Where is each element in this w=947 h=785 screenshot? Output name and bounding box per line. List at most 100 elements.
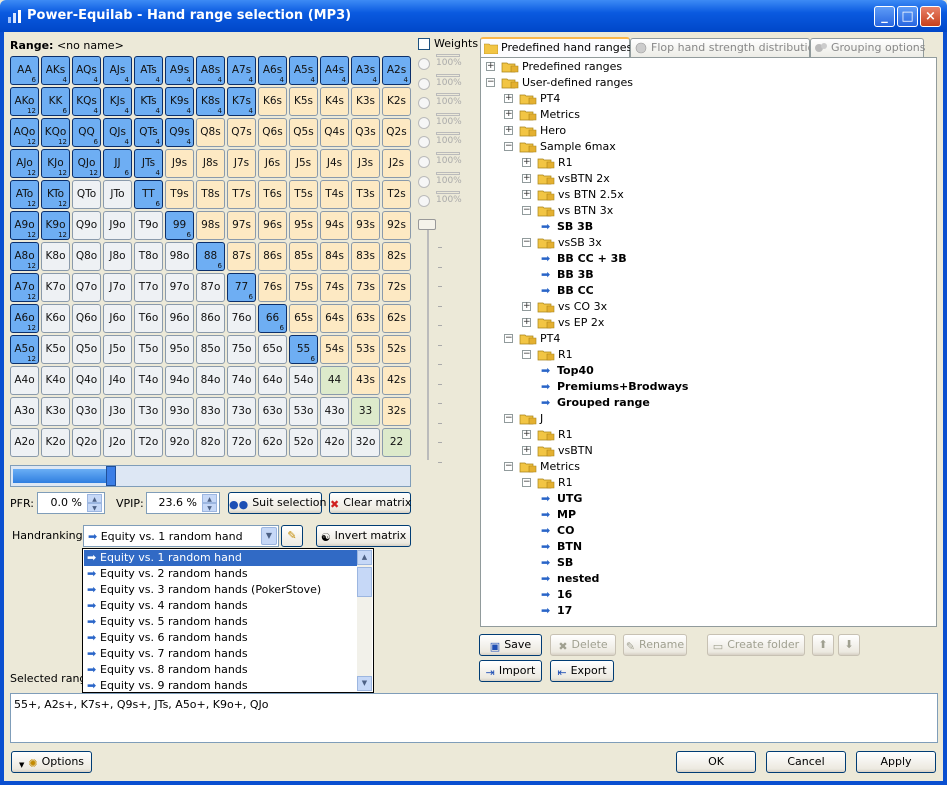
hand-cell[interactable]: 42o — [320, 428, 349, 457]
hand-cell[interactable]: QTo — [72, 180, 101, 209]
weight-radio[interactable] — [418, 58, 430, 70]
hand-cell[interactable]: T8s — [196, 180, 225, 209]
hand-cell[interactable]: 54s — [320, 335, 349, 364]
tree-folder-node[interactable]: + Metrics — [481, 107, 936, 123]
collapse-icon[interactable]: − — [486, 78, 495, 87]
hand-cell[interactable]: T9s — [165, 180, 194, 209]
hand-cell[interactable]: Q7s — [227, 118, 256, 147]
tab-predefined-hand-ranges[interactable]: Predefined hand ranges — [480, 37, 632, 59]
handranking-option[interactable]: ➡ Equity vs. 1 random hand — [84, 550, 358, 566]
hand-cell[interactable]: Q7o — [72, 273, 101, 302]
hand-cell[interactable]: TT 6 — [134, 180, 163, 209]
tree-range-node[interactable]: ➡ CO — [481, 523, 936, 539]
tree-folder-node[interactable]: + Hero — [481, 123, 936, 139]
hand-cell[interactable]: ATs 4 — [134, 56, 163, 85]
hand-cell[interactable]: 96s — [258, 211, 287, 240]
hand-cell[interactable]: K2o — [41, 428, 70, 457]
hand-cell[interactable]: J5s — [289, 149, 318, 178]
hand-cell[interactable]: 87o — [196, 273, 225, 302]
hand-cell[interactable]: K2s — [382, 87, 411, 116]
hand-cell[interactable]: T4o — [134, 366, 163, 395]
hand-cell[interactable]: 43o — [320, 397, 349, 426]
hand-cell[interactable]: K3s — [351, 87, 380, 116]
hand-cell[interactable]: KQs 4 — [72, 87, 101, 116]
expand-icon[interactable]: + — [522, 430, 531, 439]
hand-cell[interactable]: 54o — [289, 366, 318, 395]
pfr-spinner[interactable]: 0.0 % ▲ ▼ — [37, 492, 105, 514]
hand-cell[interactable]: KK 6 — [41, 87, 70, 116]
tree-range-node[interactable]: ➡ BB 3B — [481, 267, 936, 283]
import-button[interactable]: ⇥ Import — [479, 660, 542, 682]
hand-cell[interactable]: A9o 12 — [10, 211, 39, 240]
hand-cell[interactable]: K6s — [258, 87, 287, 116]
dropdown-scrollbar[interactable]: ▲ ▼ — [357, 550, 372, 691]
tree-folder-node[interactable]: − vsSB 3x — [481, 235, 936, 251]
handranking-option[interactable]: ➡ Equity vs. 2 random hands — [84, 566, 358, 582]
hand-cell[interactable]: QTs 4 — [134, 118, 163, 147]
range-slider[interactable] — [10, 465, 411, 487]
hand-cell[interactable]: A3o — [10, 397, 39, 426]
hand-cell[interactable]: 43s — [351, 366, 380, 395]
hand-cell[interactable]: 74s — [320, 273, 349, 302]
hand-cell[interactable]: 98s — [196, 211, 225, 240]
tab-flop-hand-strength-distribution[interactable]: Flop hand strength distribution — [630, 38, 821, 58]
hand-cell[interactable]: KJo 12 — [41, 149, 70, 178]
close-button[interactable]: × — [920, 6, 941, 27]
hand-cell[interactable]: 65o — [258, 335, 287, 364]
hand-cell[interactable]: Q6o — [72, 304, 101, 333]
tree-range-node[interactable]: ➡ UTG — [481, 491, 936, 507]
handranking-option[interactable]: ➡ Equity vs. 8 random hands — [84, 662, 358, 678]
hand-cell[interactable]: AQs 4 — [72, 56, 101, 85]
selected-range-textbox[interactable]: 55+, A2s+, K7s+, Q9s+, JTs, A5o+, K9o+, … — [10, 693, 938, 743]
hand-cell[interactable]: T2o — [134, 428, 163, 457]
hand-cell[interactable]: A8o 12 — [10, 242, 39, 271]
hand-cell[interactable]: J9o — [103, 211, 132, 240]
collapse-icon[interactable]: − — [504, 142, 513, 151]
hand-cell[interactable]: 86o — [196, 304, 225, 333]
hand-cell[interactable]: J6s — [258, 149, 287, 178]
expand-icon[interactable]: + — [504, 94, 513, 103]
hand-cell[interactable]: J3o — [103, 397, 132, 426]
hand-cell[interactable]: J8o — [103, 242, 132, 271]
expand-icon[interactable]: + — [522, 318, 531, 327]
hand-cell[interactable]: 63s — [351, 304, 380, 333]
scroll-up-icon[interactable]: ▲ — [357, 550, 372, 565]
hand-cell[interactable]: 85o — [196, 335, 225, 364]
tree-range-node[interactable]: ➡ 16 — [481, 587, 936, 603]
hand-cell[interactable]: Q9s 4 — [165, 118, 194, 147]
create-folder-button[interactable]: ▭ Create folder — [707, 634, 805, 656]
hand-cell[interactable]: QJs 4 — [103, 118, 132, 147]
hand-cell[interactable]: 22 — [382, 428, 411, 457]
hand-cell[interactable]: JTo — [103, 180, 132, 209]
export-button[interactable]: ⇤ Export — [550, 660, 614, 682]
tree-folder-node[interactable]: + Predefined ranges — [481, 59, 936, 75]
hand-cell[interactable]: 64s — [320, 304, 349, 333]
hand-cell[interactable]: AJs 4 — [103, 56, 132, 85]
expand-icon[interactable]: + — [504, 126, 513, 135]
chevron-down-icon[interactable]: ▼ — [261, 527, 277, 545]
maximize-button[interactable]: □ — [897, 6, 918, 27]
hand-cell[interactable]: KJs 4 — [103, 87, 132, 116]
hand-cell[interactable]: JJ 6 — [103, 149, 132, 178]
hand-cell[interactable]: T3o — [134, 397, 163, 426]
expand-icon[interactable]: + — [522, 158, 531, 167]
tree-folder-node[interactable]: + vsBTN 2x — [481, 171, 936, 187]
expand-icon[interactable]: + — [522, 174, 531, 183]
hand-cell[interactable]: 99 6 — [165, 211, 194, 240]
hand-cell[interactable]: A4o — [10, 366, 39, 395]
hand-cell[interactable]: 63o — [258, 397, 287, 426]
edit-pencil-button[interactable]: ✎ — [281, 525, 303, 547]
handranking-option[interactable]: ➡ Equity vs. 3 random hands (PokerStove) — [84, 582, 358, 598]
collapse-icon[interactable]: − — [504, 334, 513, 343]
hand-cell[interactable]: K4s — [320, 87, 349, 116]
hand-cell[interactable]: AJo 12 — [10, 149, 39, 178]
hand-cell[interactable]: Q4s — [320, 118, 349, 147]
expand-icon[interactable]: + — [486, 62, 495, 71]
scroll-thumb[interactable] — [357, 567, 372, 597]
hand-cell[interactable]: Q4o — [72, 366, 101, 395]
hand-cell[interactable]: 84s — [320, 242, 349, 271]
hand-cell[interactable]: A8s 4 — [196, 56, 225, 85]
hand-cell[interactable]: J5o — [103, 335, 132, 364]
hand-cell[interactable]: T6o — [134, 304, 163, 333]
hand-cell[interactable]: 93s — [351, 211, 380, 240]
